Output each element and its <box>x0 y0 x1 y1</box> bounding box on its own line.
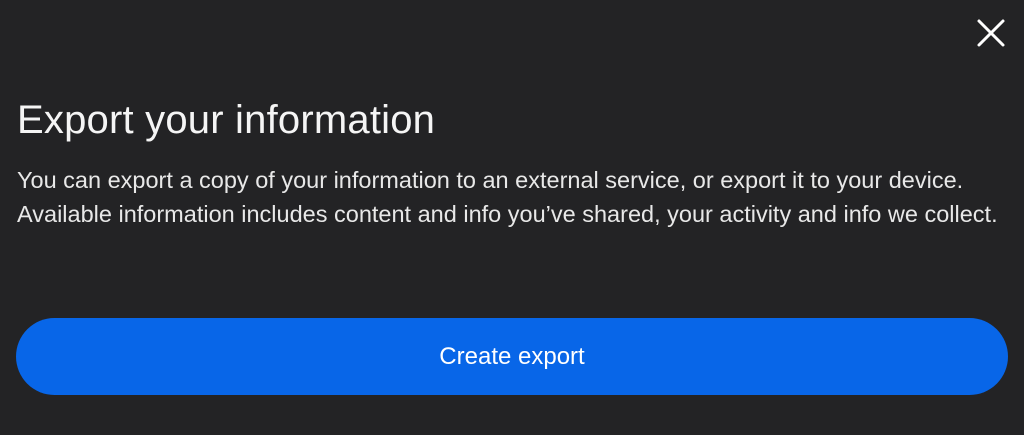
create-export-button[interactable]: Create export <box>16 318 1008 395</box>
close-icon <box>976 18 1006 48</box>
close-button[interactable] <box>972 14 1010 52</box>
create-export-button-label: Create export <box>439 342 585 370</box>
dialog-title: Export your information <box>17 98 436 142</box>
dialog-description: You can export a copy of your informatio… <box>17 167 998 227</box>
